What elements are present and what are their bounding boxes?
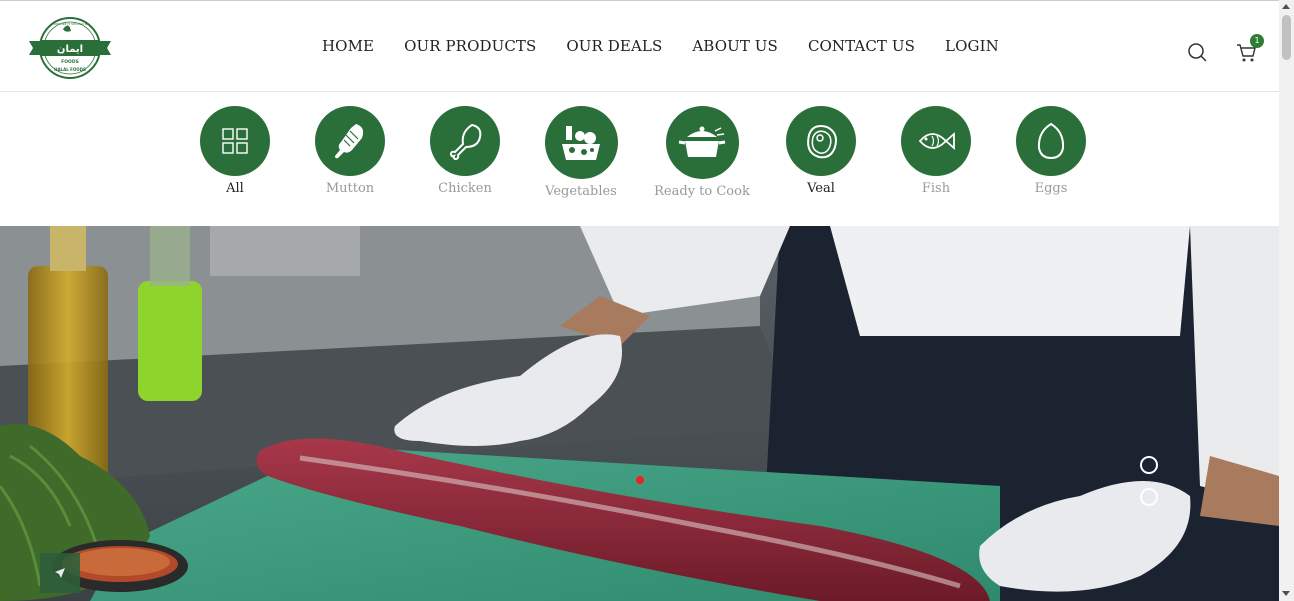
hero-image [0,226,1279,601]
category-chicken-label: Chicken [438,181,492,196]
category-vegetables-label: Vegetables [545,184,617,199]
category-eggs[interactable]: Eggs [996,106,1106,196]
svg-text:HALAL FOODS: HALAL FOODS [54,67,86,72]
slide-nav-prev-button[interactable] [1140,456,1158,474]
category-vegetables[interactable]: Vegetables [526,106,636,199]
veal-steak-icon [807,125,837,159]
category-all[interactable]: All [180,106,290,196]
category-fish-label: Fish [921,181,951,196]
category-eggs-label: Eggs [1034,181,1068,196]
hero-slider [0,226,1279,601]
nav-our-products[interactable]: OUR PRODUCTS [389,37,551,55]
nav-home[interactable]: HOME [307,37,389,55]
search-button[interactable] [1186,41,1208,63]
egg-icon [1037,122,1065,160]
chicken-drumstick-icon [449,123,482,161]
grid-icon [222,128,248,154]
nav-about-us[interactable]: ABOUT US [677,37,793,55]
site-header: ایمان FOODS HALAL FOODS PURE LIKE IT SHO… [0,0,1279,92]
nav-login[interactable]: LOGIN [930,37,1014,55]
category-mutton-label: Mutton [325,181,375,196]
category-vegetables-circle [544,106,618,179]
fish-icon [918,132,955,150]
category-chicken[interactable]: Chicken [410,106,520,196]
cart-count-badge: 1 [1250,34,1264,48]
category-fish[interactable]: Fish [881,106,991,196]
cooking-pot-icon [678,126,726,157]
mutton-leg-icon [335,124,364,159]
main-nav: HOME OUR PRODUCTS OUR DEALS ABOUT US CON… [307,37,1014,55]
category-eggs-circle [1016,106,1086,176]
category-fish-circle [901,106,971,176]
category-ready-to-cook-label: Ready to Cook [654,184,750,199]
scrollbar-thumb[interactable] [1282,15,1291,60]
logo-emblem-icon: ایمان FOODS HALAL FOODS PURE LIKE IT SHO… [29,17,111,79]
svg-text:PURE LIKE IT SHOULD BE: PURE LIKE IT SHOULD BE [51,22,89,26]
brand-logo[interactable]: ایمان FOODS HALAL FOODS PURE LIKE IT SHO… [27,15,113,81]
category-all-circle [200,106,270,176]
category-mutton-circle [315,106,385,176]
category-ready-to-cook[interactable]: Ready to Cook [647,106,757,199]
category-veal-circle [786,106,856,176]
category-all-label: All [226,181,244,196]
scroll-up-arrow-icon[interactable] [1282,4,1290,9]
page: ایمان FOODS HALAL FOODS PURE LIKE IT SHO… [0,0,1279,601]
category-veal[interactable]: Veal [766,106,876,196]
category-bar: All Mutton Chicken Vegetables Ready to C… [0,92,1279,226]
category-veal-label: Veal [807,181,835,196]
svg-text:FOODS: FOODS [61,59,79,65]
vegetables-basket-icon [562,125,600,160]
svg-text:ایمان: ایمان [57,44,83,55]
navigation-arrow-icon [55,568,65,578]
slide-indicator-dot[interactable] [636,476,644,484]
category-mutton[interactable]: Mutton [295,106,405,196]
category-chicken-circle [430,106,500,176]
nav-our-deals[interactable]: OUR DEALS [551,37,677,55]
scroll-to-top-button[interactable] [40,553,80,593]
scroll-down-arrow-icon[interactable] [1282,591,1290,596]
slide-nav-next-button[interactable] [1140,488,1158,506]
page-scrollbar[interactable] [1279,0,1294,601]
category-ready-to-cook-circle [665,106,739,179]
nav-contact-us[interactable]: CONTACT US [793,37,930,55]
search-icon [1188,43,1207,62]
